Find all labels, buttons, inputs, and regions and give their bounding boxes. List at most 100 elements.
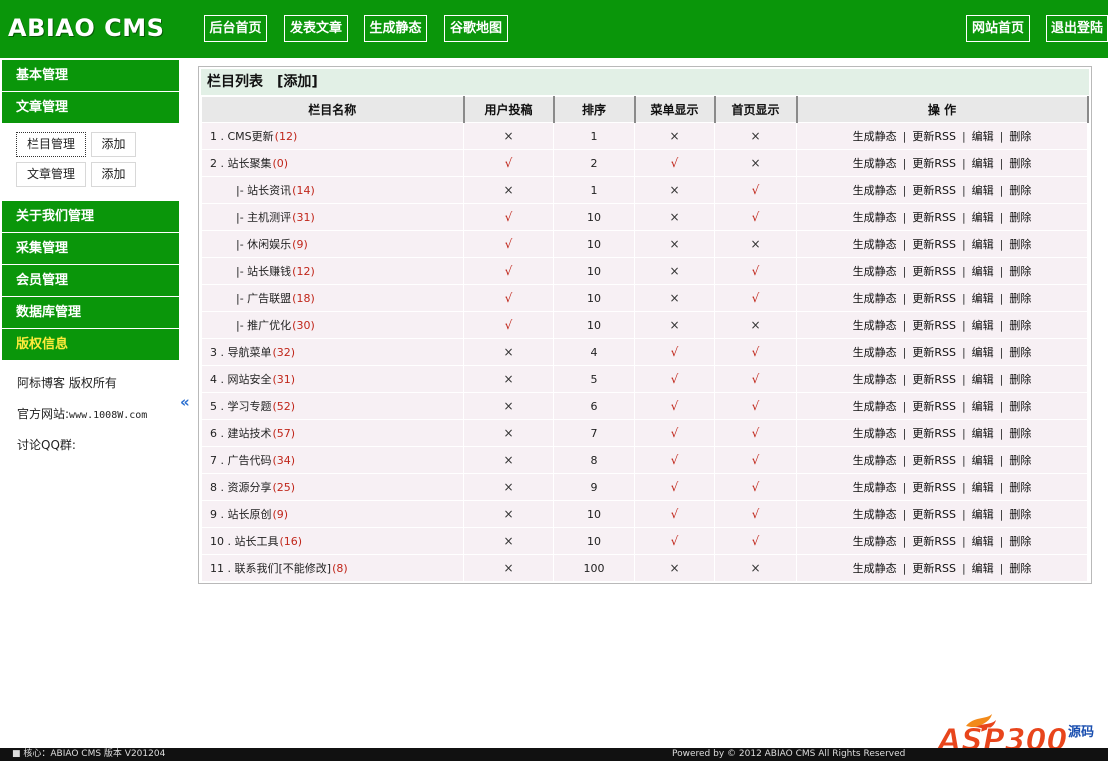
sidebar-item-article-add[interactable]: 添加 xyxy=(91,162,136,187)
delete-link[interactable]: 删除 xyxy=(1009,454,1031,467)
menu-value[interactable]: √ xyxy=(671,345,679,359)
update-rss-link[interactable]: 更新RSS xyxy=(912,427,956,440)
edit-link[interactable]: 编辑 xyxy=(972,157,994,170)
delete-link[interactable]: 删除 xyxy=(1009,481,1031,494)
home-value[interactable]: √ xyxy=(752,210,760,224)
user-value[interactable]: × xyxy=(503,345,513,359)
home-value[interactable]: √ xyxy=(752,534,760,548)
menu-value[interactable]: √ xyxy=(671,534,679,548)
delete-link[interactable]: 删除 xyxy=(1009,184,1031,197)
delete-link[interactable]: 删除 xyxy=(1009,373,1031,386)
home-value[interactable]: √ xyxy=(752,480,760,494)
user-value[interactable]: × xyxy=(503,129,513,143)
update-rss-link[interactable]: 更新RSS xyxy=(912,319,956,332)
delete-link[interactable]: 删除 xyxy=(1009,562,1031,575)
generate-static-link[interactable]: 生成静态 xyxy=(853,373,897,386)
sidebar-database-management[interactable]: 数据库管理 xyxy=(2,297,179,328)
home-value[interactable]: √ xyxy=(752,372,760,386)
generate-static-link[interactable]: 生成静态 xyxy=(853,400,897,413)
delete-link[interactable]: 删除 xyxy=(1009,292,1031,305)
home-value[interactable]: √ xyxy=(752,183,760,197)
generate-static-link[interactable]: 生成静态 xyxy=(853,130,897,143)
user-value[interactable]: √ xyxy=(505,156,513,170)
sidebar-article-management[interactable]: 文章管理 xyxy=(2,92,179,123)
menu-value[interactable]: × xyxy=(669,291,679,305)
official-site-url[interactable]: www.1008W.com xyxy=(69,410,147,421)
edit-link[interactable]: 编辑 xyxy=(972,535,994,548)
update-rss-link[interactable]: 更新RSS xyxy=(912,130,956,143)
update-rss-link[interactable]: 更新RSS xyxy=(912,454,956,467)
menu-value[interactable]: × xyxy=(669,210,679,224)
menu-value[interactable]: × xyxy=(669,561,679,575)
generate-static-link[interactable]: 生成静态 xyxy=(853,211,897,224)
generate-static-link[interactable]: 生成静态 xyxy=(853,427,897,440)
delete-link[interactable]: 删除 xyxy=(1009,130,1031,143)
generate-static-link[interactable]: 生成静态 xyxy=(853,481,897,494)
home-value[interactable]: × xyxy=(750,561,760,575)
user-value[interactable]: × xyxy=(503,480,513,494)
user-value[interactable]: × xyxy=(503,507,513,521)
generate-static-link[interactable]: 生成静态 xyxy=(853,184,897,197)
user-value[interactable]: √ xyxy=(505,210,513,224)
user-value[interactable]: × xyxy=(503,561,513,575)
menu-value[interactable]: × xyxy=(669,264,679,278)
update-rss-link[interactable]: 更新RSS xyxy=(912,535,956,548)
edit-link[interactable]: 编辑 xyxy=(972,238,994,251)
sidebar-item-category-management[interactable]: 栏目管理 xyxy=(16,132,86,157)
delete-link[interactable]: 删除 xyxy=(1009,211,1031,224)
edit-link[interactable]: 编辑 xyxy=(972,427,994,440)
menu-value[interactable]: × xyxy=(669,183,679,197)
sidebar-copyright-info[interactable]: 版权信息 xyxy=(2,329,179,360)
home-value[interactable]: × xyxy=(750,129,760,143)
update-rss-link[interactable]: 更新RSS xyxy=(912,184,956,197)
generate-static-link[interactable]: 生成静态 xyxy=(853,265,897,278)
home-value[interactable]: √ xyxy=(752,399,760,413)
update-rss-link[interactable]: 更新RSS xyxy=(912,373,956,386)
menu-value[interactable]: × xyxy=(669,129,679,143)
generate-static-link[interactable]: 生成静态 xyxy=(853,157,897,170)
generate-static-link[interactable]: 生成静态 xyxy=(853,292,897,305)
user-value[interactable]: × xyxy=(503,183,513,197)
edit-link[interactable]: 编辑 xyxy=(972,481,994,494)
edit-link[interactable]: 编辑 xyxy=(972,454,994,467)
update-rss-link[interactable]: 更新RSS xyxy=(912,265,956,278)
double-chevron-left-icon[interactable]: « xyxy=(180,393,190,411)
sidebar-item-category-add[interactable]: 添加 xyxy=(91,132,136,157)
sidebar-basic-management[interactable]: 基本管理 xyxy=(2,60,179,91)
home-value[interactable]: × xyxy=(750,156,760,170)
update-rss-link[interactable]: 更新RSS xyxy=(912,508,956,521)
home-value[interactable]: √ xyxy=(752,264,760,278)
nav-site-home-button[interactable]: 网站首页 xyxy=(966,15,1030,42)
user-value[interactable]: √ xyxy=(505,264,513,278)
home-value[interactable]: √ xyxy=(752,426,760,440)
update-rss-link[interactable]: 更新RSS xyxy=(912,400,956,413)
edit-link[interactable]: 编辑 xyxy=(972,346,994,359)
update-rss-link[interactable]: 更新RSS xyxy=(912,238,956,251)
generate-static-link[interactable]: 生成静态 xyxy=(853,508,897,521)
home-value[interactable]: √ xyxy=(752,507,760,521)
user-value[interactable]: √ xyxy=(505,291,513,305)
menu-value[interactable]: √ xyxy=(671,372,679,386)
edit-link[interactable]: 编辑 xyxy=(972,211,994,224)
generate-static-link[interactable]: 生成静态 xyxy=(853,562,897,575)
generate-static-link[interactable]: 生成静态 xyxy=(853,346,897,359)
user-value[interactable]: × xyxy=(503,399,513,413)
user-value[interactable]: √ xyxy=(505,237,513,251)
sidebar-collect-management[interactable]: 采集管理 xyxy=(2,233,179,264)
home-value[interactable]: √ xyxy=(752,291,760,305)
edit-link[interactable]: 编辑 xyxy=(972,292,994,305)
generate-static-link[interactable]: 生成静态 xyxy=(853,454,897,467)
edit-link[interactable]: 编辑 xyxy=(972,400,994,413)
delete-link[interactable]: 删除 xyxy=(1009,535,1031,548)
menu-value[interactable]: √ xyxy=(671,507,679,521)
update-rss-link[interactable]: 更新RSS xyxy=(912,562,956,575)
nav-google-map-button[interactable]: 谷歌地图 xyxy=(444,15,508,42)
menu-value[interactable]: √ xyxy=(671,453,679,467)
delete-link[interactable]: 删除 xyxy=(1009,238,1031,251)
generate-static-link[interactable]: 生成静态 xyxy=(853,535,897,548)
home-value[interactable]: × xyxy=(750,318,760,332)
update-rss-link[interactable]: 更新RSS xyxy=(912,346,956,359)
delete-link[interactable]: 删除 xyxy=(1009,319,1031,332)
sidebar-item-article-management[interactable]: 文章管理 xyxy=(16,162,86,187)
update-rss-link[interactable]: 更新RSS xyxy=(912,292,956,305)
